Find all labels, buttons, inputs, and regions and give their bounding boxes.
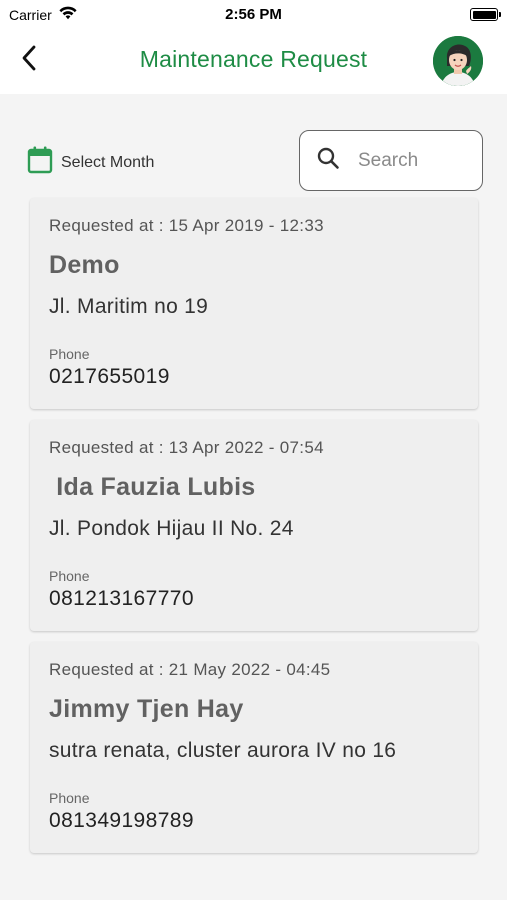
phone-number: 081349198789 [49, 809, 194, 832]
requester-name: Jimmy Tjen Hay [49, 695, 244, 723]
requested-at: Requested at : 13 Apr 2022 - 07:54 [49, 438, 324, 457]
requester-address: Jl. Pondok Hijau II No. 24 [49, 517, 294, 540]
requester-address: sutra renata, cluster aurora IV no 16 [49, 739, 397, 762]
phone-label: Phone [49, 568, 90, 584]
select-month-label: Select Month [61, 153, 155, 171]
phone-number: 0217655019 [49, 365, 170, 388]
filter-row: Select Month [0, 94, 507, 200]
battery-icon [470, 8, 501, 21]
status-bar: Carrier 2:56 PM [0, 0, 507, 28]
phone-label: Phone [49, 346, 90, 362]
request-card[interactable]: Requested at : 13 Apr 2022 - 07:54 Ida F… [30, 420, 478, 631]
status-time: 2:56 PM [225, 6, 282, 23]
page-title: Maintenance Request [139, 46, 368, 72]
phone-number: 081213167770 [49, 587, 194, 610]
request-card[interactable]: Requested at : 15 Apr 2019 - 12:33 Demo … [30, 198, 478, 409]
requester-name: Demo [49, 251, 120, 279]
requester-name: Ida Fauzia Lubis [49, 473, 256, 501]
search-icon [316, 146, 340, 175]
search-field[interactable] [299, 130, 483, 191]
request-card[interactable]: Requested at : 21 May 2022 - 04:45 Jimmy… [30, 642, 478, 853]
phone-label: Phone [49, 790, 90, 806]
requester-address: Jl. Maritim no 19 [49, 295, 209, 318]
request-list: Requested at : 15 Apr 2019 - 12:33 Demo … [30, 198, 478, 864]
calendar-icon [27, 146, 53, 179]
requested-at: Requested at : 21 May 2022 - 04:45 [49, 660, 331, 679]
search-input[interactable] [358, 149, 476, 172]
avatar[interactable] [433, 36, 483, 86]
nav-bar: Maintenance Request [0, 28, 507, 94]
requested-at: Requested at : 15 Apr 2019 - 12:33 [49, 216, 324, 235]
select-month-button[interactable]: Select Month [27, 146, 154, 179]
